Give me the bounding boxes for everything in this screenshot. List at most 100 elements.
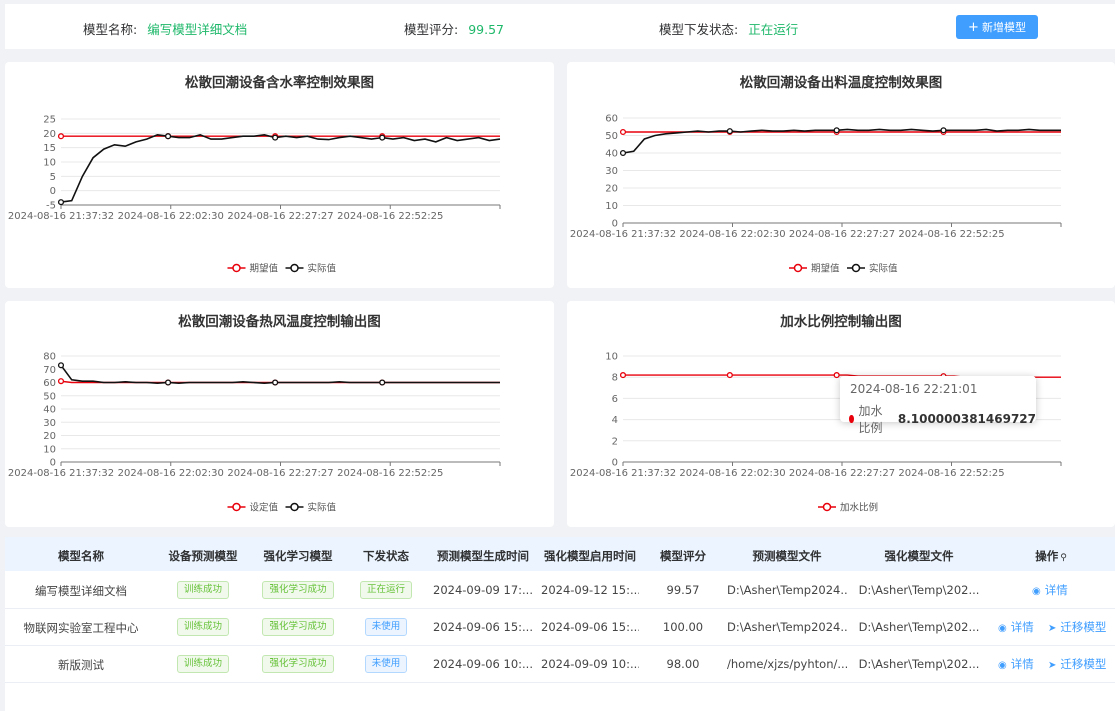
legend-icon[interactable] (793, 263, 803, 273)
cell-predict-tag: 训练成功 (157, 618, 249, 636)
legend-label[interactable]: 设定值 (250, 502, 279, 514)
y-tick-label: 0 (612, 458, 618, 469)
status-badge: 正在运行 (359, 581, 412, 599)
legend-icon[interactable] (232, 502, 241, 512)
add-model-button[interactable]: + 新增模型 (956, 15, 1038, 39)
model-name-label: 模型名称: (83, 22, 138, 37)
legend-label[interactable]: 实际值 (308, 263, 337, 275)
model-info-bar: 模型名称: 编写模型详细文档 模型评分: 99.57 模型下发状态: 正在运行 + 新… (5, 4, 1115, 49)
cell-rl-file: D:\Asher\Temp\202... (858, 583, 980, 597)
data-point (272, 379, 279, 386)
series-line-1 (60, 364, 500, 385)
legend-icon[interactable] (290, 263, 299, 273)
col-status: 下发状态 (363, 549, 409, 563)
series-line-1 (622, 128, 1061, 154)
detail-link[interactable]: ◉ 详情 (998, 656, 1034, 672)
status-badge: 强化学习成功 (262, 655, 334, 673)
cell-model-name: 新版测试 (58, 658, 104, 672)
model-table: 模型名称 设备预测模型 强化学习模型 下发状态 预测模型生成时间 强化模型启用时… (5, 537, 1115, 711)
legend-label[interactable]: 期望值 (250, 263, 279, 275)
y-tick-label: 8 (612, 373, 618, 384)
send-icon: ➤ (1048, 660, 1057, 671)
cell-gen-time: 2024-09-06 10:... (433, 657, 533, 671)
y-tick-label: 80 (43, 352, 56, 363)
detail-link[interactable]: ◉ 详情 (998, 619, 1034, 635)
x-tick-label: 2024-08-16 21:37:32 (570, 229, 676, 240)
cell-gen-time: 2024-09-06 15:... (433, 620, 533, 634)
data-point (726, 372, 733, 379)
status-badge: 未使用 (364, 655, 408, 673)
y-tick-label: 30 (43, 418, 56, 429)
chart-tooltip: 2024-08-16 22:21:01 加水比例 8.1000003814697… (840, 376, 1036, 435)
table-row: 编写模型详细文档 训练成功 强化学习成功 正在运行 2024-09-09 17:... 2… (5, 571, 1115, 609)
data-point (379, 134, 386, 141)
y-tick-label: 70 (43, 365, 56, 376)
table-header: 模型名称 设备预测模型 强化学习模型 下发状态 预测模型生成时间 强化模型启用时… (5, 537, 1115, 571)
filter-icon[interactable]: ⚲ (1060, 553, 1067, 563)
x-tick-label: 2024-08-16 22:27:27 (227, 468, 333, 479)
x-tick-label: 2024-08-16 22:02:30 (118, 468, 224, 479)
cell-model-name: 编写模型详细文档 (35, 584, 127, 598)
x-tick-label: 2024-08-16 21:37:32 (570, 468, 676, 479)
model-status-info: 模型下发状态: 正在运行 (659, 19, 798, 38)
cell-predict-tag: 训练成功 (157, 655, 249, 673)
x-tick-label: 2024-08-16 22:52:25 (898, 229, 1004, 240)
legend-icon[interactable] (822, 502, 832, 512)
action-label: 迁移模型 (1060, 657, 1107, 671)
cell-model-name: 物联网实验室工程中心 (23, 621, 139, 635)
cell-predict-file: D:\Asher\Temp2024... (727, 620, 847, 634)
legend-icon[interactable] (290, 502, 299, 512)
detail-link[interactable]: ◉ 详情 (1032, 582, 1068, 598)
model-name-info: 模型名称: 编写模型详细文档 (83, 19, 247, 38)
tooltip-series: 加水比例 (858, 404, 883, 435)
legend-label[interactable]: 实际值 (308, 502, 337, 514)
migrate-model-link[interactable]: ➤ 迁移模型 (1048, 656, 1106, 672)
y-tick-label: 10 (43, 158, 56, 169)
model-status-value: 正在运行 (748, 22, 799, 37)
status-badge: 强化学习成功 (262, 581, 334, 599)
x-tick-label: 2024-08-16 22:27:27 (227, 211, 333, 222)
y-tick-label: 10 (605, 352, 618, 363)
y-tick-label: 50 (605, 131, 618, 142)
data-point (940, 127, 947, 134)
cell-predict-file: D:\Asher\Temp2024... (727, 583, 847, 597)
cell-rl-file: D:\Asher\Temp\202... (858, 620, 980, 634)
hot-air-temp-chart-card: 松散回潮设备热风温度控制输出图 0 10 20 30 40 50 60 70 80 2024-08-… (5, 301, 554, 527)
status-badge: 训练成功 (176, 618, 229, 636)
cell-enable-time: 2024-09-06 15:... (541, 620, 639, 634)
legend-label[interactable]: 期望值 (811, 263, 840, 275)
eye-icon: ◉ (998, 623, 1007, 634)
data-point (57, 362, 65, 369)
cell-gen-time: 2024-09-09 17:... (433, 583, 533, 597)
cell-enable-time: 2024-09-09 10:... (541, 657, 639, 671)
y-tick-label: 15 (43, 143, 56, 154)
y-tick-label: 20 (43, 431, 56, 442)
data-point (57, 378, 65, 385)
eye-icon: ◉ (998, 660, 1007, 671)
data-point (619, 149, 627, 157)
y-tick-label: 40 (605, 149, 618, 160)
x-tick-label: 2024-08-16 22:27:27 (789, 468, 895, 479)
legend-icon[interactable] (232, 263, 241, 273)
legend-label[interactable]: 加水比例 (840, 502, 878, 514)
cell-rl-tag: 强化学习成功 (249, 618, 347, 636)
moisture-chart-card: 松散回潮设备含水率控制效果图 -5 0 5 10 15 20 25 2024-08-16 21:… (5, 62, 554, 288)
legend-icon[interactable] (851, 263, 861, 273)
col-rl-file: 强化模型文件 (884, 549, 954, 563)
data-point (833, 127, 840, 134)
x-tick-label: 2024-08-16 22:52:25 (898, 468, 1004, 479)
chart-title: 松散回潮设备含水率控制效果图 (185, 74, 374, 91)
legend-label[interactable]: 实际值 (869, 263, 898, 275)
table-row: 新版测试 训练成功 强化学习成功 未使用 2024-09-06 10:... 2024-0… (5, 645, 1115, 683)
y-tick-label: 10 (605, 201, 618, 212)
outlet-temp-chart: 松散回潮设备出料温度控制效果图 0 10 20 30 40 50 60 2024-08-16 2… (570, 74, 1062, 275)
cell-predict-tag: 训练成功 (157, 581, 249, 599)
action-label: 详情 (1010, 657, 1034, 671)
send-icon: ➤ (1048, 623, 1057, 634)
y-tick-label: 10 (43, 444, 56, 455)
moisture-chart: 松散回潮设备含水率控制效果图 -5 0 5 10 15 20 25 2024-08-16 21:… (8, 74, 501, 275)
tooltip-value: 8.100000381469727 (897, 412, 1036, 426)
y-tick-label: 40 (43, 405, 56, 416)
migrate-model-link[interactable]: ➤ 迁移模型 (1048, 619, 1106, 635)
chart-title: 加水比例控制输出图 (779, 313, 902, 330)
